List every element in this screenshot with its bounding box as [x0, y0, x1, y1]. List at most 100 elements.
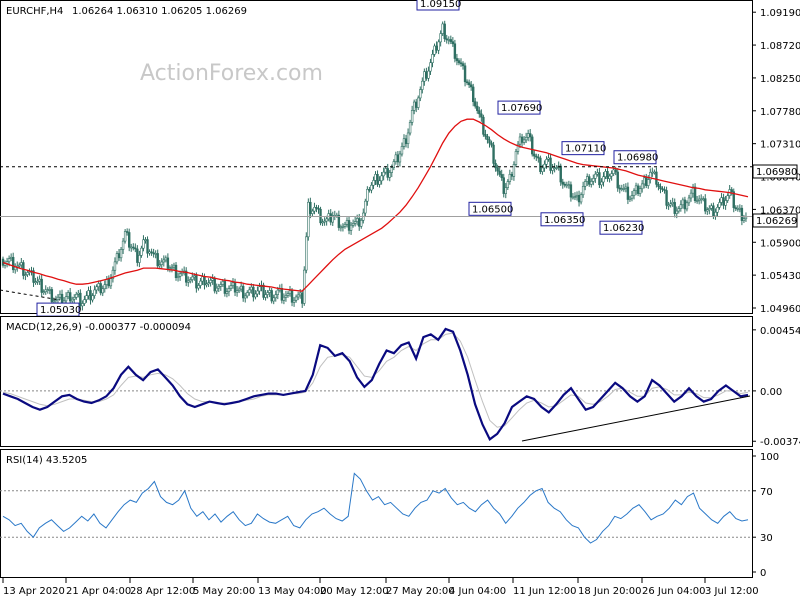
ohlc-values: 1.06264 1.06310 1.06205 1.06269 [72, 6, 247, 17]
candle-body [677, 208, 680, 212]
candle-body [125, 231, 129, 233]
candle-body [642, 177, 646, 185]
candle-body [496, 167, 499, 172]
candle-body [720, 197, 723, 203]
candle-body [101, 288, 104, 294]
candle-body [718, 202, 721, 208]
candle-body [203, 276, 206, 286]
candle-body [24, 274, 27, 276]
price-y-tick-label: 1.04960 [760, 304, 800, 315]
candle-body [246, 292, 249, 297]
candle-body [512, 164, 516, 177]
candle-body [699, 198, 703, 201]
candle-body [142, 239, 145, 249]
candle-body [712, 205, 715, 217]
candle-body [634, 185, 638, 192]
x-tick-label: 13 May 04:00 [258, 586, 327, 597]
candle-body [239, 285, 243, 290]
candle-body [235, 290, 239, 293]
candle-body [472, 86, 475, 103]
candle-body [616, 171, 619, 189]
candle-body [48, 289, 52, 291]
candle-body [600, 181, 603, 186]
price-y-tick-label: 1.05430 [760, 271, 800, 282]
candle-body [205, 283, 208, 286]
candle-body [50, 289, 54, 303]
candle-body [128, 232, 131, 248]
candle-body [150, 251, 153, 254]
candle-body [469, 84, 473, 88]
candle-body [349, 224, 353, 231]
candle-body [673, 202, 676, 214]
candle-body [498, 170, 501, 175]
candle-body [364, 200, 367, 214]
candle-body [443, 23, 446, 40]
candle-body [95, 286, 98, 291]
candle-body [378, 180, 381, 185]
candle-body [374, 173, 377, 181]
candle-body [628, 197, 632, 200]
candle-body [488, 139, 491, 144]
candle-body [286, 293, 290, 296]
candle-body [596, 172, 599, 175]
candle-body [119, 249, 123, 259]
candle-body [123, 231, 127, 242]
candle-body [508, 173, 512, 182]
candle-body [467, 82, 471, 86]
candle-body [276, 289, 279, 295]
candle-body [714, 211, 717, 217]
candle-body [229, 285, 233, 289]
candle-body [689, 192, 693, 199]
x-tick-label: 11 Jun 12:00 [513, 586, 577, 597]
candle-body [343, 224, 347, 227]
candle-body [394, 154, 398, 162]
candle-body [630, 195, 634, 199]
candle-body [636, 185, 640, 194]
candle-body [52, 300, 56, 303]
candle-body [408, 122, 412, 134]
forex-chart: ActionForex.com EURCHF,H4 1.06264 1.0631… [0, 0, 800, 600]
candle-body [323, 220, 326, 223]
candle-body [178, 273, 182, 277]
candle-body [736, 208, 740, 210]
candle-body [740, 207, 744, 221]
price-y-tick-label: 1.07310 [760, 140, 800, 151]
candle-body [708, 208, 711, 211]
candle-body [726, 195, 729, 201]
candle-body [89, 290, 92, 301]
candle-body [258, 286, 261, 292]
candle-body [93, 289, 96, 296]
candle-body [612, 169, 615, 174]
candle-body [34, 281, 37, 284]
candle-body [439, 33, 442, 43]
candle-body [573, 196, 577, 199]
candle-body [370, 184, 373, 191]
price-annotation: 1.06350 [540, 212, 585, 227]
price-annotation: 1.06230 [599, 220, 644, 235]
candle-body [653, 171, 656, 174]
candle-body [225, 291, 229, 294]
candle-body [81, 303, 84, 307]
candle-body [121, 240, 125, 250]
candle-body [77, 292, 80, 295]
candle-body [679, 204, 683, 209]
price-annotation-label: 1.06980 [617, 153, 658, 164]
candle-body [492, 144, 495, 164]
candle-body [579, 194, 583, 203]
candle-body [392, 161, 396, 168]
candle-body [345, 220, 349, 225]
candle-body [347, 220, 351, 231]
candle-body [274, 294, 277, 299]
candle-body [215, 287, 218, 292]
candle-body [103, 284, 106, 290]
price-y-tick-label: 1.07780 [760, 107, 800, 118]
candle-body [734, 207, 737, 209]
candle-body [476, 105, 479, 111]
candle-body [248, 289, 251, 293]
x-tick-label: 27 May 20:00 [386, 586, 455, 597]
candle-body [376, 173, 379, 185]
candle-body [36, 280, 39, 283]
candle-body [152, 252, 155, 255]
candle-body [227, 288, 231, 292]
x-tick-label: 20 May 12:00 [320, 586, 389, 597]
